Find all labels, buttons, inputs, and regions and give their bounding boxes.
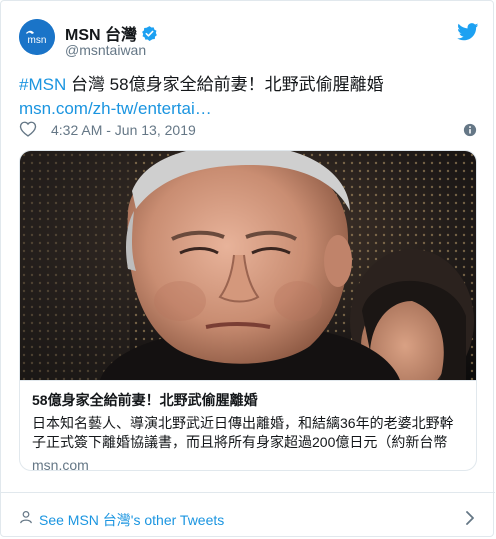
tweet-text: #MSN 台灣 58億身家全給前妻！北野武偷腥離婚 msn.com/zh-tw/… [19,73,464,121]
info-icon[interactable] [463,123,477,137]
tweet-url-link[interactable]: msn.com/zh-tw/entertai… [19,99,212,118]
see-other-tweets-link[interactable]: See MSN 台灣's other Tweets [39,510,224,530]
heart-icon[interactable] [19,120,37,138]
person-icon [20,510,32,524]
hashtag-link[interactable]: #MSN [19,75,66,94]
chevron-right-icon[interactable] [465,511,475,525]
avatar-text: msn [28,35,47,46]
link-card-title[interactable]: 58億身家全給前妻！北野武偷腥離婚 [32,391,464,409]
tweet-header: msn MSN 台灣 @msntaiwan [19,19,479,63]
tweet-timestamp[interactable]: 4:32 AM - Jun 13, 2019 [51,122,196,138]
article-photo[interactable] [20,151,476,380]
tweet-body-text: 台灣 58億身家全給前妻！北野武偷腥離婚 [66,75,384,94]
tweet-footer[interactable]: See MSN 台灣's other Tweets [19,501,479,533]
verified-badge-icon [142,25,157,41]
account-handle[interactable]: @msntaiwan [65,42,146,58]
link-card-domain: msn.com [32,457,89,471]
footer-divider [1,492,495,493]
link-card-description: 日本知名藝人、導演北野武近日傳出離婚，和結縭36年的老婆北野幹子正式簽下離婚協議… [32,415,454,450]
msn-avatar-icon[interactable]: msn [19,19,55,55]
embedded-tweet-card: msn MSN 台灣 @msntaiwan #MSN 台灣 58億身家全給前妻！… [0,0,495,537]
link-card-body[interactable]: 58億身家全給前妻！北野武偷腥離婚 日本知名藝人、導演北野武近日傳出離婚，和結縭… [20,380,476,470]
tweet-meta: 4:32 AM - Jun 13, 2019 [19,120,479,140]
link-preview-card[interactable]: 58億身家全給前妻！北野武偷腥離婚 日本知名藝人、導演北野武近日傳出離婚，和結縭… [19,150,477,471]
twitter-bird-icon[interactable] [457,23,479,41]
